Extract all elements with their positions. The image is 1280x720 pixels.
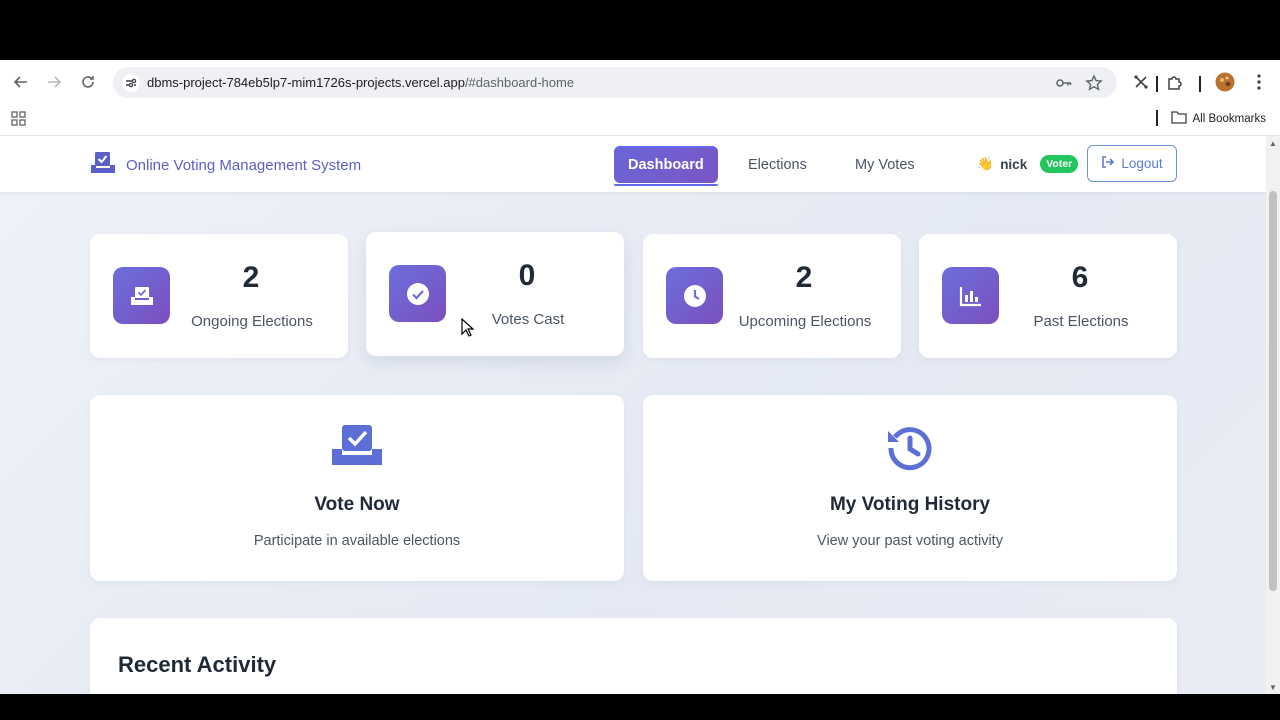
- page-viewport: Online Voting Management System Dashboar…: [0, 136, 1266, 694]
- forward-icon[interactable]: [42, 70, 66, 94]
- nav-dashboard[interactable]: Dashboard: [614, 146, 718, 183]
- bookmark-star-icon[interactable]: [1084, 73, 1104, 93]
- stat-card-ongoing[interactable]: 2 Ongoing Elections: [90, 234, 348, 358]
- active-nav-indicator: [614, 184, 718, 186]
- user-name: nick: [1000, 156, 1028, 172]
- bookmarks-bar: All Bookmarks: [0, 104, 1280, 134]
- voting-history-subtitle: View your past voting activity: [817, 533, 1003, 549]
- stat-label: Upcoming Elections: [738, 313, 872, 330]
- logout-button[interactable]: Logout: [1087, 145, 1177, 182]
- all-bookmarks[interactable]: All Bookmarks: [1170, 110, 1267, 127]
- brand[interactable]: Online Voting Management System: [89, 151, 361, 180]
- toolbar-divider: [1199, 76, 1201, 92]
- back-icon[interactable]: [9, 70, 33, 94]
- stat-card-votes-cast[interactable]: 0 Votes Cast: [366, 232, 624, 356]
- toolbar-divider: [1156, 76, 1158, 92]
- vote-now-subtitle: Participate in available elections: [253, 533, 461, 549]
- address-bar[interactable]: dbms-project-784eb5lp7-mim1726s-projects…: [113, 67, 1117, 98]
- app-navbar: Online Voting Management System Dashboar…: [0, 136, 1266, 192]
- stat-card-past[interactable]: 6 Past Elections: [919, 234, 1177, 358]
- history-icon: [643, 423, 1177, 473]
- nav-elections[interactable]: Elections: [734, 146, 821, 183]
- wave-emoji: 👋: [977, 156, 994, 171]
- role-badge: Voter: [1040, 155, 1079, 173]
- ballot-logo-icon: [89, 151, 117, 180]
- vote-now-title: Vote Now: [314, 494, 400, 515]
- stat-card-upcoming[interactable]: 2 Upcoming Elections: [643, 234, 901, 358]
- url-path: /#dashboard-home: [464, 75, 575, 90]
- all-bookmarks-label: All Bookmarks: [1192, 112, 1267, 125]
- scroll-thumb[interactable]: [1269, 191, 1277, 591]
- check-circle-icon: [389, 265, 446, 322]
- site-settings-icon[interactable]: [121, 73, 141, 93]
- bookmarks-divider: [1156, 110, 1158, 126]
- screen: dbms-project-784eb5lp7-mim1726s-projects…: [0, 0, 1280, 720]
- vote-check-icon: [90, 423, 624, 473]
- letterbox-top: [0, 0, 1280, 60]
- stat-label: Ongoing Elections: [191, 313, 313, 330]
- recent-activity-title: Recent Activity: [118, 652, 277, 677]
- user-info: 👋 nick Voter: [977, 155, 1079, 173]
- password-key-icon[interactable]: [1054, 73, 1074, 93]
- voting-history-title: My Voting History: [829, 494, 991, 515]
- stat-label: Past Elections: [1033, 313, 1129, 330]
- recent-activity-card: Recent Activity: [90, 618, 1177, 694]
- vote-now-card[interactable]: Vote Now Participate in available electi…: [90, 395, 624, 581]
- voting-history-card[interactable]: My Voting History View your past voting …: [643, 395, 1177, 581]
- stat-value: 2: [795, 261, 813, 294]
- scroll-up-icon[interactable]: ▲: [1269, 140, 1277, 148]
- stat-value: 2: [242, 261, 260, 294]
- url-text: dbms-project-784eb5lp7-mim1726s-projects…: [147, 75, 574, 90]
- logout-label: Logout: [1121, 156, 1163, 171]
- extension-puzzle-alt-icon[interactable]: [1131, 72, 1151, 92]
- folder-icon: [1170, 110, 1187, 127]
- profile-avatar-icon[interactable]: [1215, 72, 1235, 92]
- mouse-cursor-icon: [461, 317, 475, 338]
- ballot-box-icon: [113, 267, 170, 324]
- stat-value: 6: [1071, 261, 1089, 294]
- browser-menu-icon[interactable]: [1249, 72, 1269, 92]
- url-host: dbms-project-784eb5lp7-mim1726s-projects…: [147, 75, 465, 90]
- extensions-icon[interactable]: [1165, 72, 1185, 92]
- letterbox-bottom: [0, 694, 1280, 720]
- reload-icon[interactable]: [76, 70, 100, 94]
- clock-icon: [666, 267, 723, 324]
- logout-icon: [1101, 155, 1115, 172]
- app-title: Online Voting Management System: [126, 157, 362, 174]
- stat-value: 0: [518, 259, 536, 292]
- apps-grid-icon[interactable]: [11, 111, 27, 127]
- bar-chart-icon: [942, 267, 999, 324]
- nav-my-votes[interactable]: My Votes: [841, 146, 929, 183]
- browser-toolbar: dbms-project-784eb5lp7-mim1726s-projects…: [0, 60, 1280, 136]
- page-scrollbar[interactable]: ▲ ▼: [1266, 136, 1280, 694]
- scroll-down-icon[interactable]: ▼: [1269, 684, 1277, 692]
